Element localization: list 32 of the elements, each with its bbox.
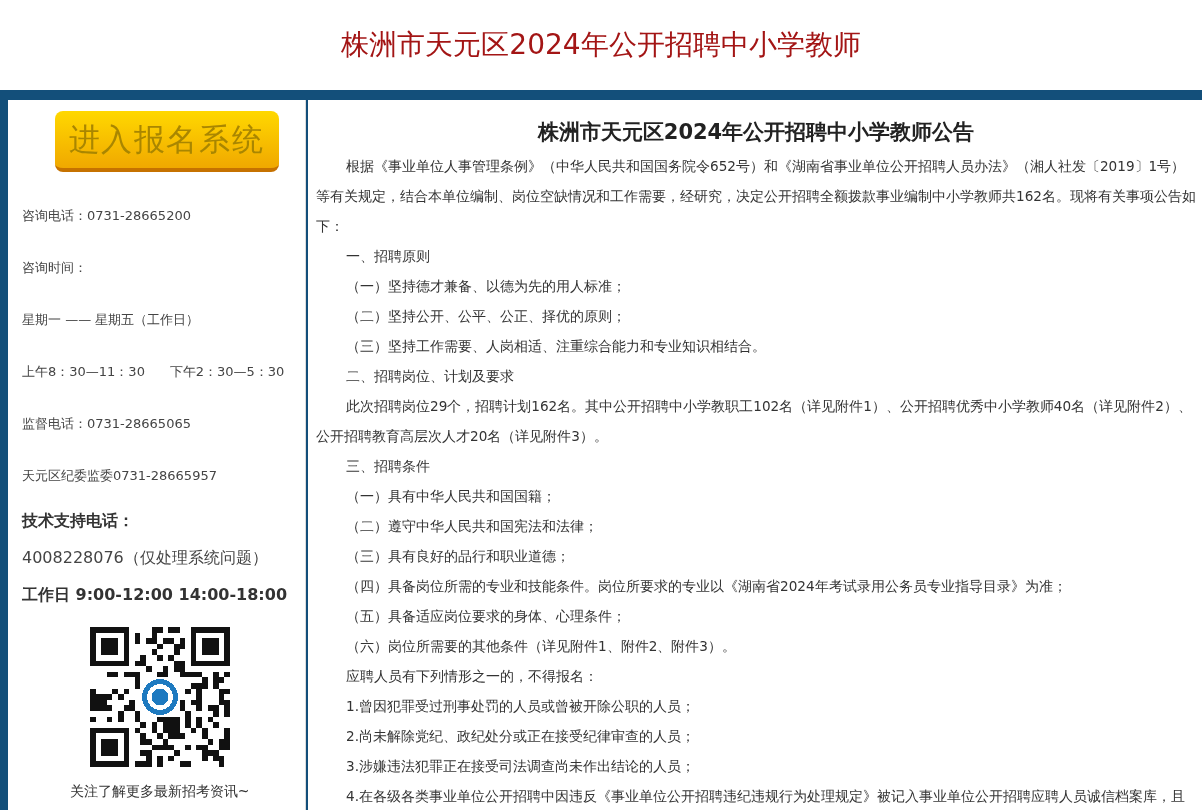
article-paragraph: 此次招聘岗位29个，招聘计划162名。其中公开招聘中小学教职工102名（详见附件1）、公开招聘优秀中小学教师40名（详见附件2）、公开招聘教育高层次人才20名（详见附件3）。 (316, 396, 1193, 446)
article-paragraph: 根据《事业单位人事管理条例》（中华人民共和国国务院令652号）和《湖南省事业单位公开招聘人员办法》（湘人社发〔2019〕1号）等有关规定，结合本单位编制、岗位空缺情况和工作需要，经研究，决定公开招聘全额拨款事业编制中小学教师共162名。现将有关事项公告如下： (316, 156, 1196, 236)
page-title: 株洲市天元区2024年公开招聘中小学教师 (341, 27, 861, 63)
article-paragraph: 1.曾因犯罪受过刑事处罚的人员或曾被开除公职的人员； (345, 696, 696, 716)
contact-info: 咨询电话：0731-28665200 (22, 207, 192, 226)
article-paragraph: （一）具有中华人民共和国国籍； (345, 486, 557, 506)
article-paragraph: 三、招聘条件 (345, 456, 431, 476)
article-paragraph: （二）坚持公开、公平、公正、择优的原则； (345, 306, 627, 326)
article-paragraph: 4.在各级各类事业单位公开招聘中因违反《事业单位公开招聘违纪违规行为处理规定》被记入事业单位公开招聘应聘人员诚信档案库，且 (345, 786, 1186, 806)
article-paragraph: （六）岗位所需要的其他条件（详见附件1、附件2、附件3）。 (345, 636, 737, 656)
contact-info: 监督电话：0731-28665065 (22, 415, 192, 434)
article-paragraph: 一、招聘原则 (345, 246, 431, 266)
contact-info: 天元区纪委监委0731-28665957 (22, 467, 218, 486)
article-paragraph: （一）坚持德才兼备、以德为先的用人标准； (345, 276, 627, 296)
register-button[interactable]: 进入报名系统 (54, 111, 279, 172)
article-paragraph: （五）具备适应岗位要求的身体、心理条件； (345, 606, 627, 626)
contact-info: 技术支持电话： (22, 509, 135, 532)
article-paragraph: （二）遵守中华人民共和国宪法和法律； (345, 516, 599, 536)
article-paragraph: （三）坚持工作需要、人岗相适、注重综合能力和专业知识相结合。 (345, 336, 767, 356)
contact-info: 工作日 9:00-12:00 14:00-18:00 (22, 583, 288, 606)
article-paragraph: 二、招聘岗位、计划及要求 (345, 366, 515, 386)
contact-info: 星期一 —— 星期五（工作日） (22, 311, 201, 330)
article-paragraph: 2.尚未解除党纪、政纪处分或正在接受纪律审查的人员； (345, 726, 696, 746)
article-paragraph: （三）具有良好的品行和职业道德； (345, 546, 571, 566)
article-title: 株洲市天元区2024年公开招聘中小学教师公告 (536, 119, 976, 146)
qr-caption: 关注了解更多最新招考资讯~ (68, 782, 251, 801)
article-paragraph: （四）具备岗位所需的专业和技能条件。岗位所要求的专业以《湖南省2024年考试录用公务员专业指导目录》为准； (345, 576, 1068, 596)
article-paragraph: 3.涉嫌违法犯罪正在接受司法调查尚未作出结论的人员； (345, 756, 696, 776)
contact-info: 咨询时间： (22, 259, 88, 278)
article-paragraph: 应聘人员有下列情形之一的，不得报名： (345, 666, 599, 686)
contact-info: 上午8：30—11：30 下午2：30—5：30 (22, 363, 286, 382)
contact-info: 4008228076（仅处理系统问题） (22, 546, 269, 569)
